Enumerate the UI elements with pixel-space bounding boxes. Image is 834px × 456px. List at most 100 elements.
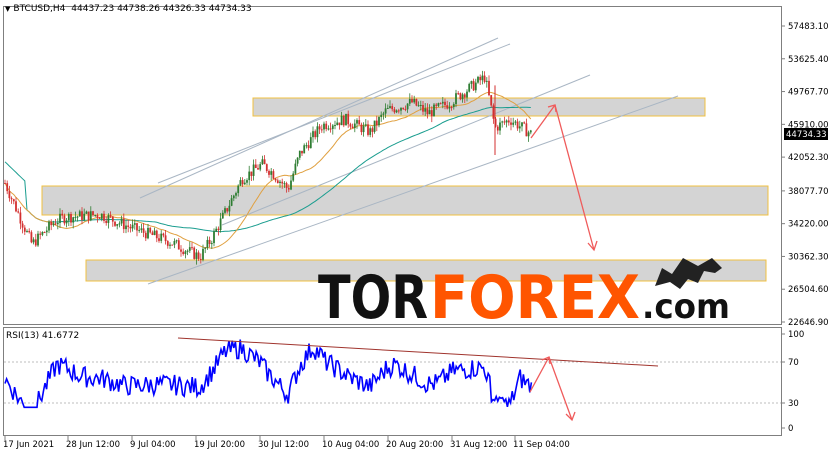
chart-window[interactable]: TOR FOREX .com 57483.10 53625.40 49767.70 4… — [0, 0, 834, 456]
candle-body — [61, 213, 64, 216]
ohlc-values: 44437.23 44738.26 44326.33 44734.33 — [71, 4, 252, 14]
candle-body — [164, 235, 167, 242]
candle-body — [287, 187, 290, 190]
candle-body — [279, 181, 281, 184]
candle-body — [94, 214, 97, 216]
candle — [360, 122, 363, 136]
candle-body — [232, 195, 235, 199]
price-tick-label: 22646.90 — [788, 318, 829, 328]
candle — [518, 120, 521, 133]
candle-body — [52, 223, 55, 226]
candle-body — [248, 171, 251, 181]
candle — [26, 229, 28, 233]
candle-body — [118, 223, 121, 225]
candle — [191, 242, 193, 251]
candle-body — [17, 211, 20, 213]
time-tick-label: 10 Aug 04:00 — [322, 440, 379, 450]
candle — [373, 120, 376, 134]
rsi-header: RSI(13) 41.6772 — [6, 331, 80, 341]
candle-body — [309, 137, 312, 149]
candle — [270, 168, 273, 181]
candle-body — [428, 110, 431, 115]
candle — [111, 215, 114, 227]
candle — [41, 231, 44, 237]
time-tick-label: 20 Aug 20:00 — [386, 440, 443, 450]
candle-body — [122, 218, 125, 230]
forecast-arrow-rsi — [529, 356, 576, 422]
candle-body — [177, 240, 180, 250]
candle-body — [199, 258, 202, 260]
candle-body — [380, 114, 383, 118]
candle-body — [292, 173, 295, 181]
candle-body — [334, 125, 336, 127]
candle-body — [65, 220, 68, 224]
candle — [65, 218, 68, 228]
candle-body — [503, 121, 506, 123]
candle-body — [191, 247, 193, 249]
candle-body — [516, 121, 519, 129]
candle-body — [202, 248, 204, 260]
candle — [114, 221, 116, 227]
candle — [173, 238, 176, 249]
candle — [184, 249, 187, 259]
candle — [188, 241, 191, 254]
candle-body — [384, 108, 387, 114]
candle-body — [488, 80, 490, 96]
candle — [243, 178, 246, 185]
candle-body — [270, 171, 273, 175]
candle-body — [329, 128, 332, 130]
candle — [329, 122, 332, 133]
candle — [314, 129, 317, 140]
candle — [503, 116, 506, 125]
candle — [158, 233, 160, 243]
candle-body — [408, 98, 411, 104]
candle — [193, 246, 196, 260]
candle-body — [250, 171, 253, 176]
candle — [325, 121, 328, 132]
candle-body — [461, 94, 464, 100]
time-tick-label: 30 Jul 12:00 — [258, 440, 309, 450]
candle-body — [281, 181, 284, 184]
candle — [268, 169, 270, 178]
candle-body — [155, 230, 158, 239]
candle — [318, 124, 321, 135]
candle-body — [19, 212, 22, 224]
candle-body — [417, 105, 420, 107]
candle — [136, 222, 138, 237]
candle-body — [459, 93, 462, 100]
candle-body — [76, 216, 79, 218]
candle-body — [481, 75, 484, 81]
candle-body — [43, 232, 46, 234]
rsi-axis: 100 70 30 0 — [781, 330, 804, 434]
candle — [197, 250, 200, 261]
candle-body — [448, 106, 451, 109]
candle — [307, 140, 310, 151]
candle-body — [30, 232, 33, 243]
candle — [364, 119, 367, 128]
candle — [6, 180, 9, 195]
collapse-triangle-icon[interactable]: ▼ — [5, 5, 10, 13]
candle — [367, 120, 369, 137]
candle-body — [512, 122, 515, 125]
candle — [246, 178, 248, 186]
candle-body — [525, 123, 528, 137]
candle — [529, 129, 532, 135]
candle — [105, 216, 108, 226]
candle-body — [457, 93, 460, 95]
candle — [331, 124, 334, 135]
candle — [21, 220, 24, 234]
candle — [327, 125, 330, 131]
candle — [259, 161, 262, 172]
candle — [166, 240, 169, 249]
price-tick-label: 49767.70 — [788, 88, 829, 98]
candle-body — [83, 213, 86, 220]
candle-body — [351, 126, 354, 129]
candle — [34, 233, 37, 247]
candle-body — [230, 198, 233, 206]
candle-body — [111, 216, 114, 222]
price-chart[interactable]: TOR FOREX .com 57483.10 53625.40 49767.70 4… — [0, 0, 834, 456]
candle — [309, 132, 312, 149]
candle-body — [510, 122, 512, 125]
candle-body — [316, 126, 319, 138]
candle — [301, 150, 303, 157]
